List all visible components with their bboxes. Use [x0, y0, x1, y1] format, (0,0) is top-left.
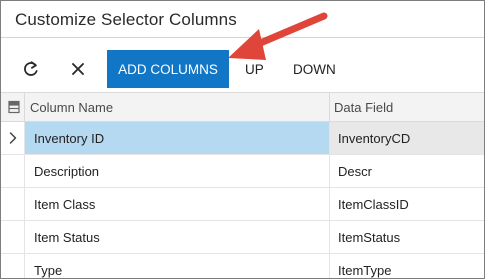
toolbar: ADD COLUMNS UP DOWN: [1, 50, 484, 88]
cell-column-name[interactable]: Item Status: [25, 221, 330, 253]
table-row[interactable]: Description Descr: [1, 155, 484, 188]
table-row[interactable]: Item Class ItemClassID: [1, 188, 484, 221]
columns-grid: Column Name Data Field Inventory ID Inve…: [1, 92, 484, 278]
table-row[interactable]: Item Status ItemStatus: [1, 221, 484, 254]
cell-column-name[interactable]: Type: [25, 254, 330, 278]
row-gutter[interactable]: [1, 155, 25, 187]
row-gutter[interactable]: [1, 254, 25, 278]
cell-data-field[interactable]: ItemStatus: [330, 221, 484, 253]
grid-header: Column Name Data Field: [1, 92, 484, 122]
cell-data-field[interactable]: ItemType: [330, 254, 484, 278]
cell-column-name[interactable]: Item Class: [25, 188, 330, 220]
cell-data-field[interactable]: InventoryCD: [330, 122, 484, 154]
table-row[interactable]: Type ItemType: [1, 254, 484, 278]
down-button[interactable]: DOWN: [293, 50, 336, 88]
column-config-icon[interactable]: [7, 100, 21, 114]
row-gutter[interactable]: [1, 122, 25, 154]
cell-data-field[interactable]: ItemClassID: [330, 188, 484, 220]
column-header-column-name[interactable]: Column Name: [30, 100, 113, 115]
add-columns-button[interactable]: ADD COLUMNS: [107, 50, 229, 88]
title-divider: [1, 37, 484, 38]
customize-selector-columns-dialog: Customize Selector Columns ADD COLUMNS U…: [0, 0, 485, 279]
chevron-right-icon: [9, 132, 17, 144]
header-separator: [24, 93, 25, 121]
table-row[interactable]: Inventory ID InventoryCD: [1, 122, 484, 155]
row-gutter[interactable]: [1, 188, 25, 220]
cell-column-name[interactable]: Inventory ID: [25, 122, 330, 154]
up-button[interactable]: UP: [245, 50, 264, 88]
cell-data-field[interactable]: Descr: [330, 155, 484, 187]
close-icon[interactable]: [67, 58, 89, 80]
refresh-icon[interactable]: [20, 58, 42, 80]
dialog-title: Customize Selector Columns: [15, 10, 237, 29]
column-header-data-field[interactable]: Data Field: [334, 100, 393, 115]
header-separator[interactable]: [329, 93, 330, 121]
row-gutter[interactable]: [1, 221, 25, 253]
cell-column-name[interactable]: Description: [25, 155, 330, 187]
